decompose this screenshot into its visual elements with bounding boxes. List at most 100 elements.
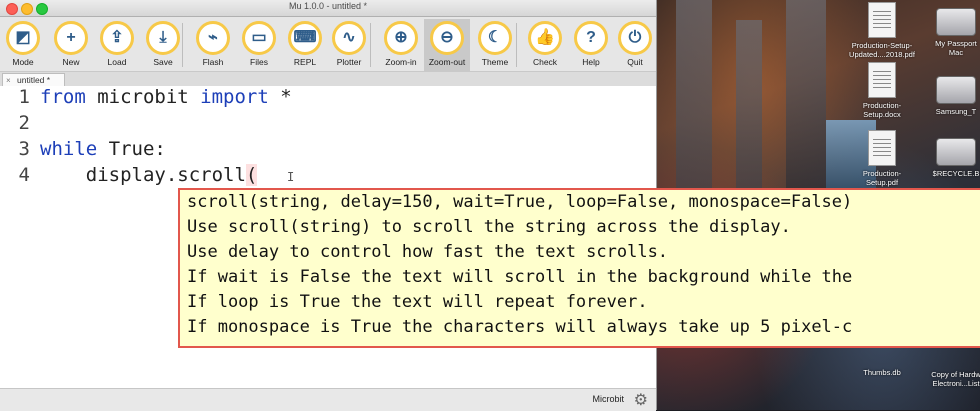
desktop-icon-label: Updated....2018.pdf — [849, 50, 915, 59]
desktop-icon-label: Production- — [862, 169, 902, 178]
tab-untitled[interactable]: × untitled * — [2, 73, 66, 87]
desktop-icon-label: $RECYCLE.B — [932, 169, 980, 178]
plus-icon: + — [54, 21, 88, 55]
toolbar-button-label: Files — [250, 57, 268, 67]
zoom-out-icon: ⊖ — [430, 21, 464, 55]
toolbar-button-label: Zoom-in — [385, 57, 417, 67]
keyboard-icon: ⌨ — [288, 21, 322, 55]
toolbar-button-zoom-in[interactable]: ⊕ Zoom-in — [378, 19, 424, 71]
desktop-icon-label: Mac — [948, 48, 964, 57]
hard-drive-icon — [936, 8, 976, 36]
icon-glyph: ⊕ — [394, 29, 408, 46]
desktop-file-icon[interactable]: Production- Setup.docx — [842, 62, 922, 119]
brace-match-highlight: ( — [245, 164, 258, 186]
desktop-icon-label: My Passport — [935, 39, 977, 48]
toolbar: ◩ Mode + New ⇪ Load ⤓ Save ⌁ Flash ▭ Files ⌨ REPL ∿ Plo… — [0, 17, 656, 72]
power-icon: ⏻ — [618, 21, 652, 55]
code-text: microbit — [85, 86, 201, 108]
desktop-drive-icon[interactable]: My Passport Mac — [916, 2, 980, 57]
icon-glyph: ▭ — [251, 29, 267, 46]
toolbar-button-label: Flash — [202, 57, 224, 67]
toolbar-button-plotter[interactable]: ∿ Plotter — [326, 19, 372, 71]
line-number-gutter: 1 2 3 4 — [0, 86, 36, 388]
toolbar-button-label: Help — [582, 57, 600, 67]
icon-glyph: 👍 — [535, 29, 555, 46]
waveform-icon: ∿ — [332, 21, 366, 55]
desktop-icon-label: Samsung_T — [935, 107, 977, 116]
toolbar-button-label: REPL — [293, 57, 317, 67]
pdf-file-icon — [868, 2, 896, 38]
tab-bar: × untitled * — [0, 72, 656, 87]
desktop-icon-label: Setup.pdf — [865, 178, 899, 187]
toolbar-button-theme[interactable]: ☾ Theme — [472, 19, 518, 71]
current-mode-label[interactable]: Microbit — [592, 394, 624, 404]
toolbar-button-save[interactable]: ⤓ Save — [140, 19, 186, 71]
icon-glyph: ⏻ — [628, 29, 642, 46]
desktop-drive-icon[interactable]: Samsung_T — [916, 70, 980, 116]
desktop-icon-label: Production- — [862, 101, 902, 110]
docx-file-icon — [868, 62, 896, 98]
text-cursor-icon: I — [287, 170, 295, 184]
desktop-file-icon[interactable]: Copy of Hardw Electroni...List — [916, 370, 980, 388]
icon-glyph: ⌁ — [208, 29, 218, 46]
code-text: * — [268, 86, 292, 108]
calltip-popup: scroll(string, delay=150, wait=True, loo… — [178, 188, 980, 348]
icon-glyph: ◩ — [15, 29, 31, 46]
line-number: 1 — [18, 86, 30, 108]
toolbar-button-files[interactable]: ▭ Files — [236, 19, 282, 71]
toolbar-button-quit[interactable]: ⏻ Quit — [612, 19, 658, 71]
calltip-line: Use delay to control how fast the text s… — [187, 242, 669, 262]
icon-glyph: ⇪ — [110, 29, 124, 46]
toolbar-button-check[interactable]: 👍 Check — [522, 19, 568, 71]
status-bar: Microbit ⚙ — [0, 388, 656, 411]
window-title: Mu 1.0.0 - untitled * — [288, 1, 368, 11]
code-line: from microbit import * — [40, 86, 292, 108]
calltip-line: If monospace is True the characters will… — [187, 317, 853, 337]
zoom-in-icon: ⊕ — [384, 21, 418, 55]
toolbar-button-load[interactable]: ⇪ Load — [94, 19, 140, 71]
mode-icon: ◩ — [6, 21, 40, 55]
toolbar-button-repl[interactable]: ⌨ REPL — [282, 19, 328, 71]
icon-glyph: ☾ — [487, 29, 503, 46]
icon-glyph: ⌨ — [293, 29, 317, 46]
hard-drive-icon — [936, 76, 976, 104]
toolbar-button-flash[interactable]: ⌁ Flash — [190, 19, 236, 71]
toolbar-button-new[interactable]: + New — [48, 19, 94, 71]
toolbar-button-label: Save — [153, 57, 173, 67]
toolbar-separator — [516, 23, 517, 67]
toolbar-separator — [370, 23, 371, 67]
icon-glyph: ⊖ — [440, 29, 454, 46]
gear-icon[interactable]: ⚙ — [634, 390, 648, 410]
line-number: 4 — [18, 164, 30, 186]
desktop-icon-label: Electroni...List — [932, 379, 980, 388]
code-text: True: — [97, 138, 166, 160]
desktop-file-icon[interactable]: Thumbs.db — [842, 368, 922, 377]
desktop-icon-label: Copy of Hardw — [931, 370, 980, 379]
icon-glyph: + — [66, 29, 76, 46]
toolbar-button-label: Theme — [481, 57, 509, 67]
pdf-file-icon — [868, 130, 896, 166]
icon-glyph: ∿ — [342, 29, 356, 46]
line-number: 3 — [18, 138, 30, 160]
folder-icon — [936, 138, 976, 166]
desktop-trash-icon[interactable]: $RECYCLE.B — [916, 132, 980, 178]
title-bar[interactable]: Mu 1.0.0 - untitled * — [0, 0, 656, 17]
toolbar-button-label: Zoom-out — [428, 57, 466, 67]
calltip-line: Use scroll(string) to scroll the string … — [187, 217, 791, 237]
desktop-icon-label: Production-Setup- — [851, 41, 913, 50]
toolbar-button-label: Quit — [627, 57, 643, 67]
toolbar-button-label: Plotter — [336, 57, 362, 67]
code-line: while True: — [40, 138, 166, 160]
desktop-file-icon[interactable]: Production- Setup.pdf — [842, 130, 922, 187]
moon-icon: ☾ — [478, 21, 512, 55]
toolbar-button-mode[interactable]: ◩ Mode — [0, 19, 46, 71]
desktop-icon-label: Thumbs.db — [863, 368, 901, 377]
desktop-file-icon[interactable]: Production-Setup- Updated....2018.pdf — [842, 2, 922, 59]
calltip-signature: scroll(string, delay=150, wait=True, loo… — [187, 192, 853, 212]
toolbar-button-zoom-out[interactable]: ⊖ Zoom-out — [424, 19, 470, 71]
toolbar-button-help[interactable]: ? Help — [568, 19, 614, 71]
line-number: 2 — [18, 112, 30, 134]
keyword: import — [200, 86, 269, 108]
icon-glyph: ? — [586, 29, 596, 46]
keyword: while — [40, 138, 98, 160]
